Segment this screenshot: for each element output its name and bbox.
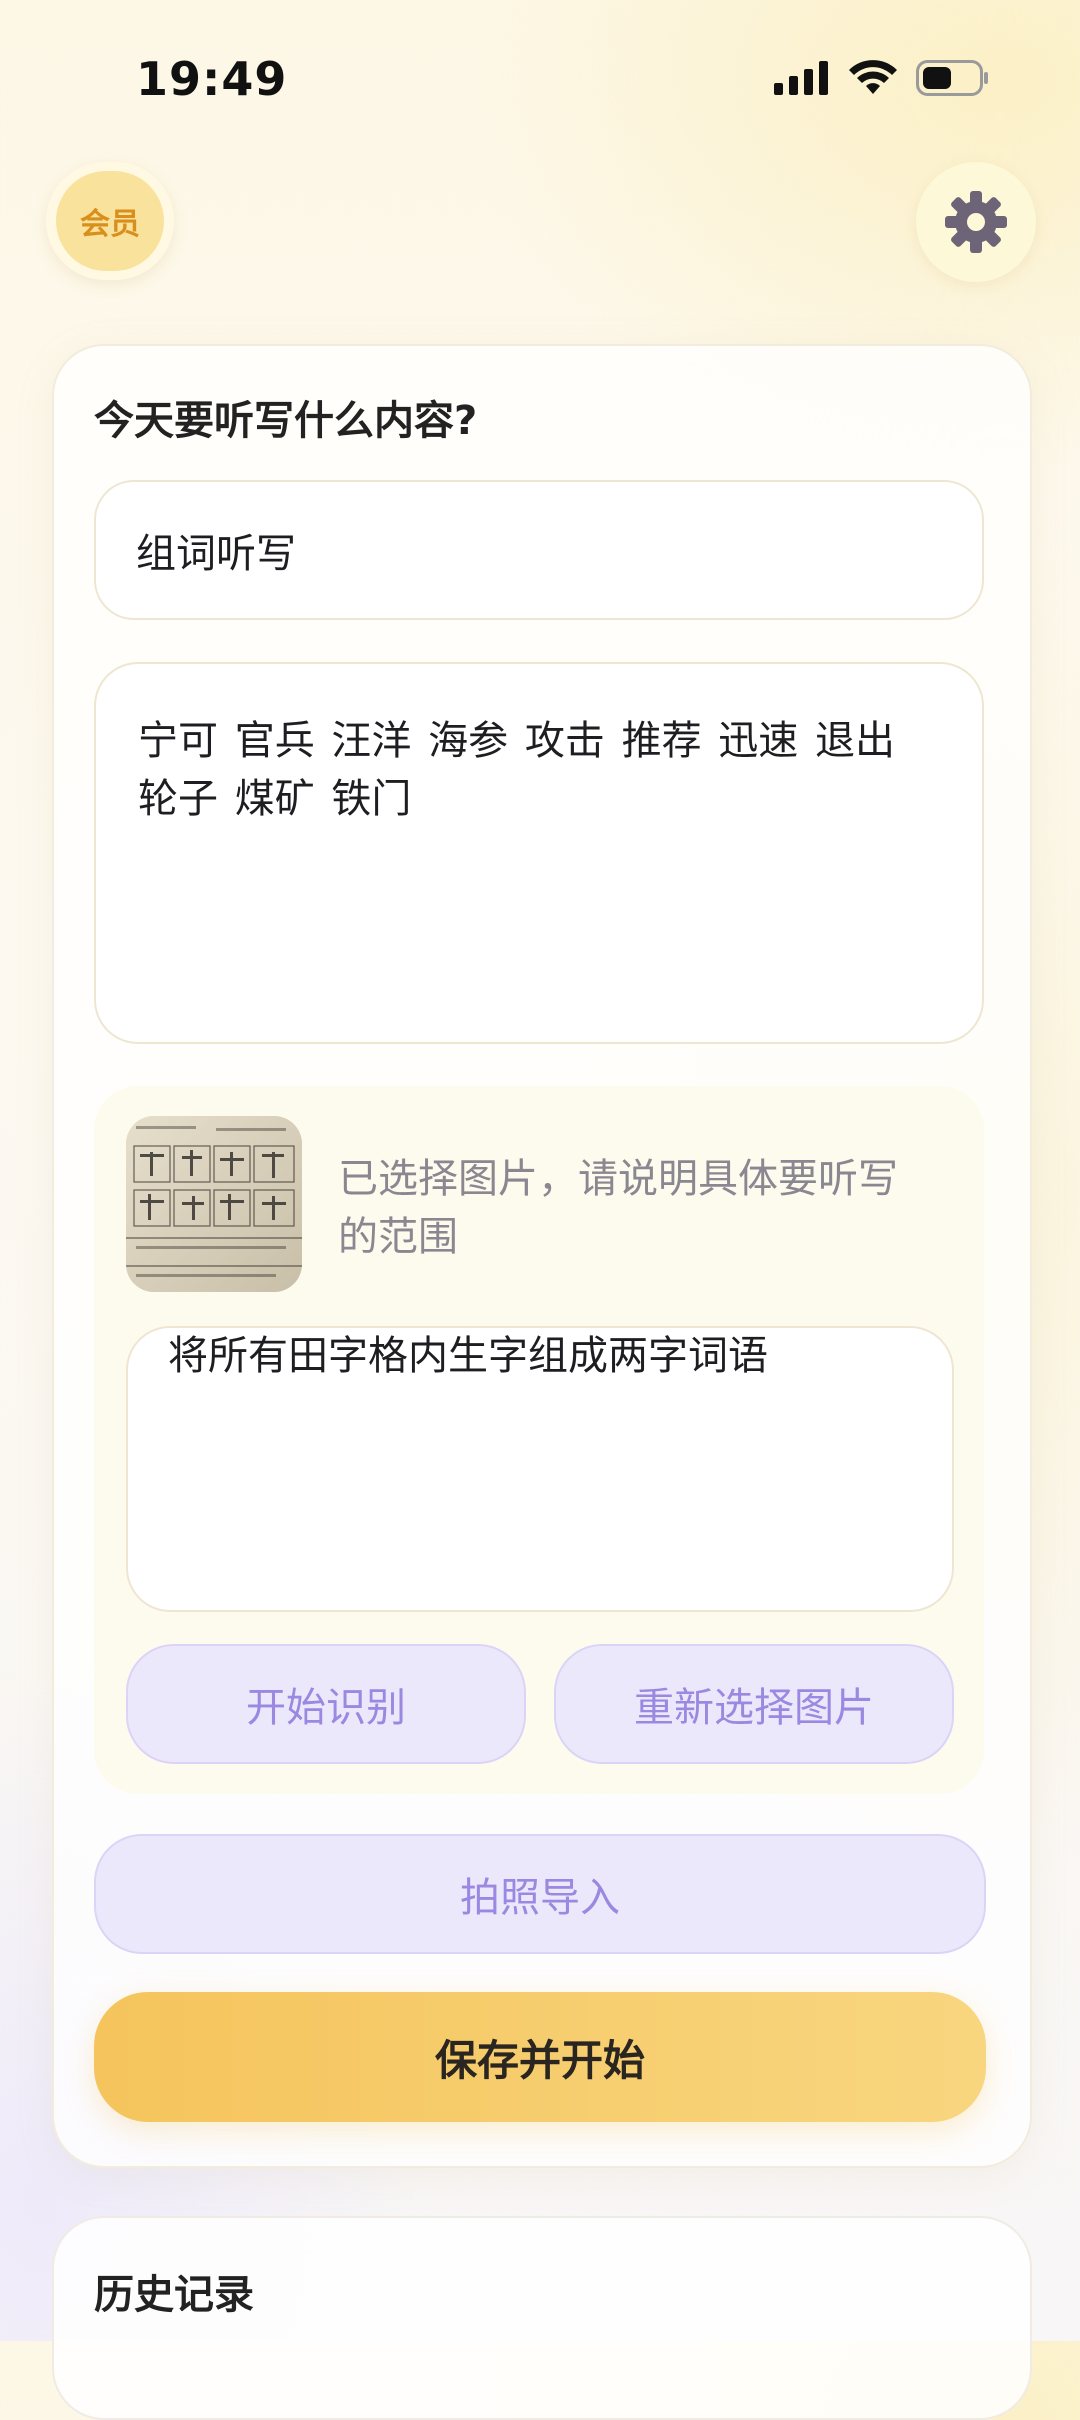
card-title: 今天要听写什么内容? bbox=[94, 398, 478, 444]
wifi-icon bbox=[849, 60, 897, 94]
gear-icon bbox=[945, 191, 1007, 253]
scope-input[interactable]: 将所有田字格内生字组成两字词语 bbox=[126, 1326, 954, 1612]
cellular-signal-icon bbox=[774, 61, 828, 95]
save-and-start-button[interactable]: 保存并开始 bbox=[94, 1992, 986, 2122]
member-label: 会员 bbox=[56, 171, 164, 271]
status-time: 19:49 bbox=[136, 52, 288, 106]
reselect-image-button[interactable]: 重新选择图片 bbox=[554, 1644, 954, 1764]
image-selected-hint: 已选择图片，请说明具体要听写的范围 bbox=[338, 1156, 898, 1260]
worksheet-photo bbox=[126, 1116, 302, 1292]
image-thumbnail[interactable] bbox=[126, 1116, 302, 1292]
status-bar: 19:49 bbox=[0, 0, 1080, 150]
photo-import-button[interactable]: 拍照导入 bbox=[94, 1834, 986, 1954]
scope-input-text: 将所有田字格内生字组成两字词语 bbox=[168, 1333, 768, 1379]
history-title: 历史记录 bbox=[94, 2272, 254, 2318]
member-button[interactable]: 会员 bbox=[46, 162, 174, 280]
words-input[interactable]: 宁可 官兵 汪洋 海参 攻击 推荐 迅速 退出 轮子 煤矿 铁门 bbox=[94, 662, 984, 1044]
settings-button[interactable] bbox=[916, 162, 1036, 282]
start-recognition-button[interactable]: 开始识别 bbox=[126, 1644, 526, 1764]
status-icons bbox=[774, 60, 990, 96]
dictation-mode-field[interactable]: 组词听写 bbox=[94, 480, 984, 620]
battery-icon bbox=[916, 60, 988, 96]
